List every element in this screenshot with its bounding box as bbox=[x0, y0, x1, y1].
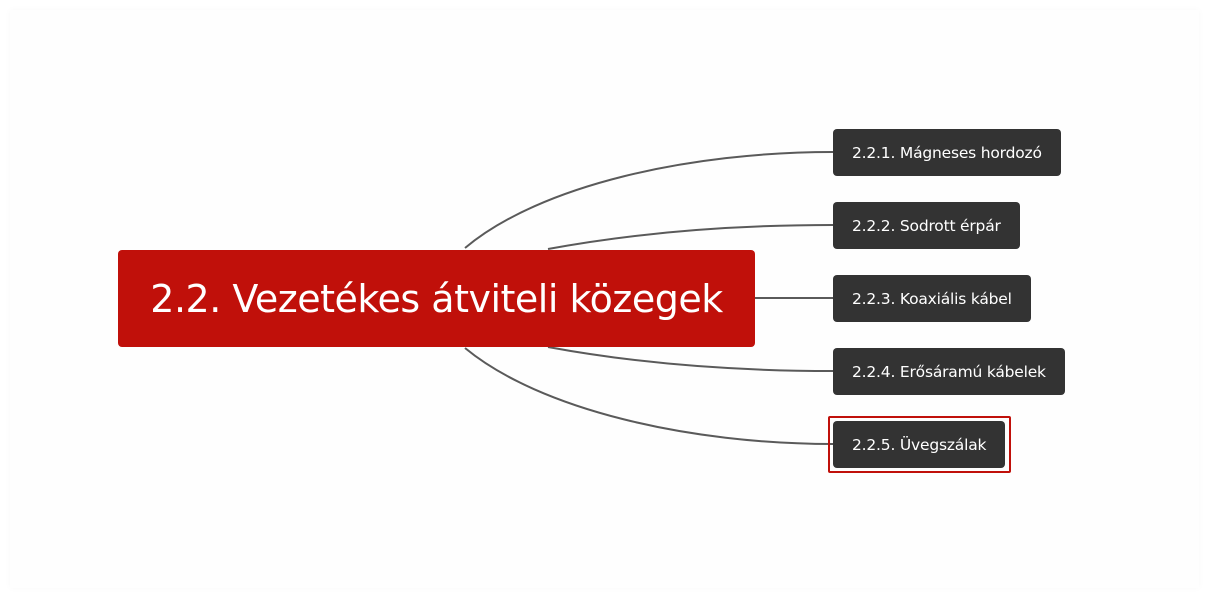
mindmap-canvas[interactable]: 2.2. Vezetékes átviteli közegek 2.2.1. M… bbox=[0, 0, 1209, 598]
subtopic-sodrott-erpar[interactable]: 2.2.2. Sodrott érpár bbox=[833, 202, 1020, 249]
central-topic[interactable]: 2.2. Vezetékes átviteli közegek bbox=[118, 250, 755, 347]
subtopic-magneses-hordozo[interactable]: 2.2.1. Mágneses hordozó bbox=[833, 129, 1061, 176]
connector-line bbox=[547, 346, 834, 372]
connector-line bbox=[547, 224, 834, 250]
subtopic-koaxialis-kabel[interactable]: 2.2.3. Koaxiális kábel bbox=[833, 275, 1031, 322]
selection-outline bbox=[828, 416, 1011, 473]
subtopic-erosaramu-kabelek[interactable]: 2.2.4. Erősáramú kábelek bbox=[833, 348, 1065, 395]
